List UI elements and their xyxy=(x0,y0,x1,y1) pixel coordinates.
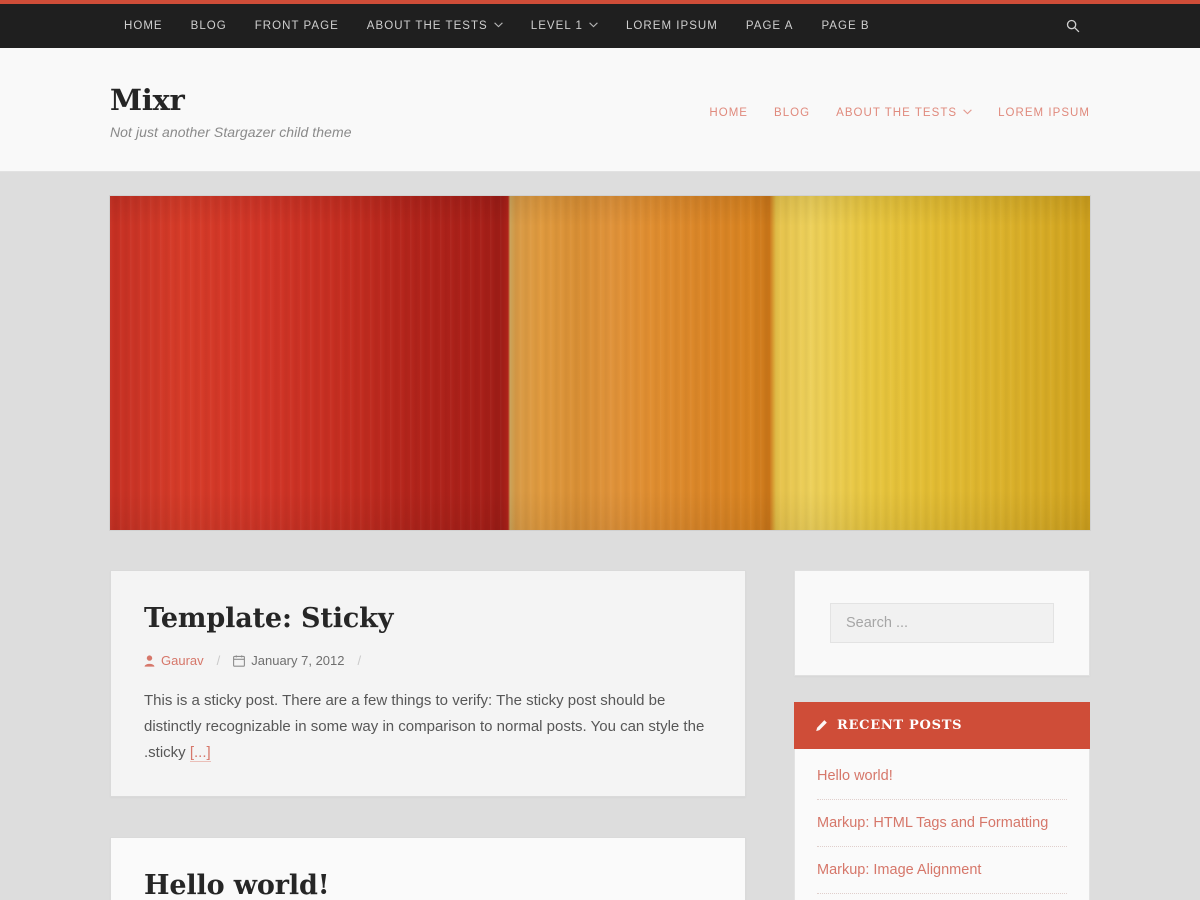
user-icon xyxy=(144,655,155,667)
main-content: Template: Sticky Gaurav / January 7, 201… xyxy=(110,570,746,900)
branding: Mixr Not just another Stargazer child th… xyxy=(110,83,352,140)
site-header: Mixr Not just another Stargazer child th… xyxy=(0,48,1200,172)
post-date: January 7, 2012 xyxy=(233,653,345,669)
widget-search xyxy=(794,570,1090,676)
search-toggle-button[interactable] xyxy=(1056,19,1090,33)
widget-title-text: Recent Posts xyxy=(837,718,963,733)
subnav-label: About the Tests xyxy=(836,106,958,119)
hero-image-surface xyxy=(110,196,1090,530)
nav-label: Page B xyxy=(821,20,870,32)
search-input[interactable] xyxy=(830,603,1054,643)
read-more-link[interactable]: [...] xyxy=(189,743,211,762)
list-item[interactable]: Hello world! xyxy=(817,753,1067,800)
nav-label: About the Tests xyxy=(366,20,488,32)
pencil-icon xyxy=(815,719,828,732)
content-columns: Template: Sticky Gaurav / January 7, 201… xyxy=(110,570,1090,900)
hero-banner-image xyxy=(110,196,1090,530)
nav-item-home[interactable]: Home xyxy=(110,4,177,48)
list-item[interactable]: Markup: Text Alignment xyxy=(817,894,1067,900)
post-date-text: January 7, 2012 xyxy=(251,653,345,669)
site-title-link[interactable]: Mixr xyxy=(110,83,185,117)
nav-item-lorem-ipsum[interactable]: Lorem Ipsum xyxy=(612,4,732,48)
widget-body-recent-posts: Hello world! Markup: HTML Tags and Forma… xyxy=(794,749,1090,900)
subnav-label: Home xyxy=(709,106,749,119)
meta-separator: / xyxy=(357,653,362,669)
chevron-down-icon xyxy=(589,22,598,28)
chevron-down-icon xyxy=(963,108,972,115)
sidebar: Recent Posts Hello world! Markup: HTML T… xyxy=(794,570,1090,900)
nav-item-about-the-tests[interactable]: About the Tests xyxy=(353,4,517,48)
post-summary-text: This is a sticky post. There are a few t… xyxy=(144,692,705,761)
subnav-label: Lorem Ipsum xyxy=(998,106,1090,119)
list-item[interactable]: Markup: Image Alignment xyxy=(817,847,1067,894)
list-item[interactable]: Markup: HTML Tags and Formatting xyxy=(817,800,1067,847)
search-icon xyxy=(1066,19,1080,33)
recent-posts-list: Hello world! Markup: HTML Tags and Forma… xyxy=(817,753,1067,900)
nav-label: Lorem Ipsum xyxy=(625,20,718,32)
chevron-down-icon xyxy=(493,22,503,28)
nav-item-level-1[interactable]: Level 1 xyxy=(517,4,612,48)
subnav-label: Blog xyxy=(774,106,811,119)
post-meta: Gaurav / January 7, 2012 / xyxy=(144,653,712,668)
subnav-item-blog[interactable]: Blog xyxy=(761,107,823,119)
primary-navigation: Home Blog Front Page About the Tests xyxy=(110,4,884,48)
post-author[interactable]: Gaurav xyxy=(144,653,204,668)
nav-label: Blog xyxy=(190,20,227,32)
nav-item-front-page[interactable]: Front Page xyxy=(241,4,353,48)
nav-label: Front Page xyxy=(254,20,339,32)
secondary-navigation: Home Blog About the Tests Lorem Ipsum xyxy=(696,107,1090,119)
meta-separator: / xyxy=(216,653,221,669)
widget-recent-posts: Recent Posts Hello world! Markup: HTML T… xyxy=(794,702,1090,900)
post-title[interactable]: Hello world! xyxy=(144,870,712,900)
post-author-link[interactable]: Gaurav xyxy=(161,653,204,668)
subnav-item-about-the-tests[interactable]: About the Tests xyxy=(823,107,985,119)
nav-label: Page A xyxy=(745,20,794,32)
post-title-link[interactable]: Template: Sticky xyxy=(144,603,393,634)
subnav-item-home[interactable]: Home xyxy=(696,107,761,119)
widget-title-recent-posts: Recent Posts xyxy=(794,702,1090,749)
post-card-sticky: Template: Sticky Gaurav / January 7, 201… xyxy=(110,570,746,797)
post-title[interactable]: Template: Sticky xyxy=(144,603,712,635)
nav-item-page-b[interactable]: Page B xyxy=(807,4,883,48)
page-wrapper: Template: Sticky Gaurav / January 7, 201… xyxy=(110,172,1090,900)
site-description: Not just another Stargazer child theme xyxy=(110,123,352,140)
top-menu-bar: Home Blog Front Page About the Tests xyxy=(0,4,1200,48)
post-card-hello-world: Hello world! xyxy=(110,836,746,900)
subnav-item-lorem-ipsum[interactable]: Lorem Ipsum xyxy=(985,107,1090,119)
recent-post-link[interactable]: Markup: HTML Tags and Formatting xyxy=(817,815,1048,831)
post-title-link[interactable]: Hello world! xyxy=(144,870,330,900)
nav-label: Home xyxy=(124,20,163,32)
nav-label: Level 1 xyxy=(530,20,583,32)
nav-item-page-a[interactable]: Page A xyxy=(732,4,808,48)
site-title[interactable]: Mixr xyxy=(110,83,352,117)
recent-post-link[interactable]: Hello world! xyxy=(817,768,893,784)
post-summary: This is a sticky post. There are a few t… xyxy=(144,688,712,765)
calendar-icon xyxy=(233,655,246,667)
recent-post-link[interactable]: Markup: Image Alignment xyxy=(817,862,981,878)
nav-item-blog[interactable]: Blog xyxy=(177,4,241,48)
